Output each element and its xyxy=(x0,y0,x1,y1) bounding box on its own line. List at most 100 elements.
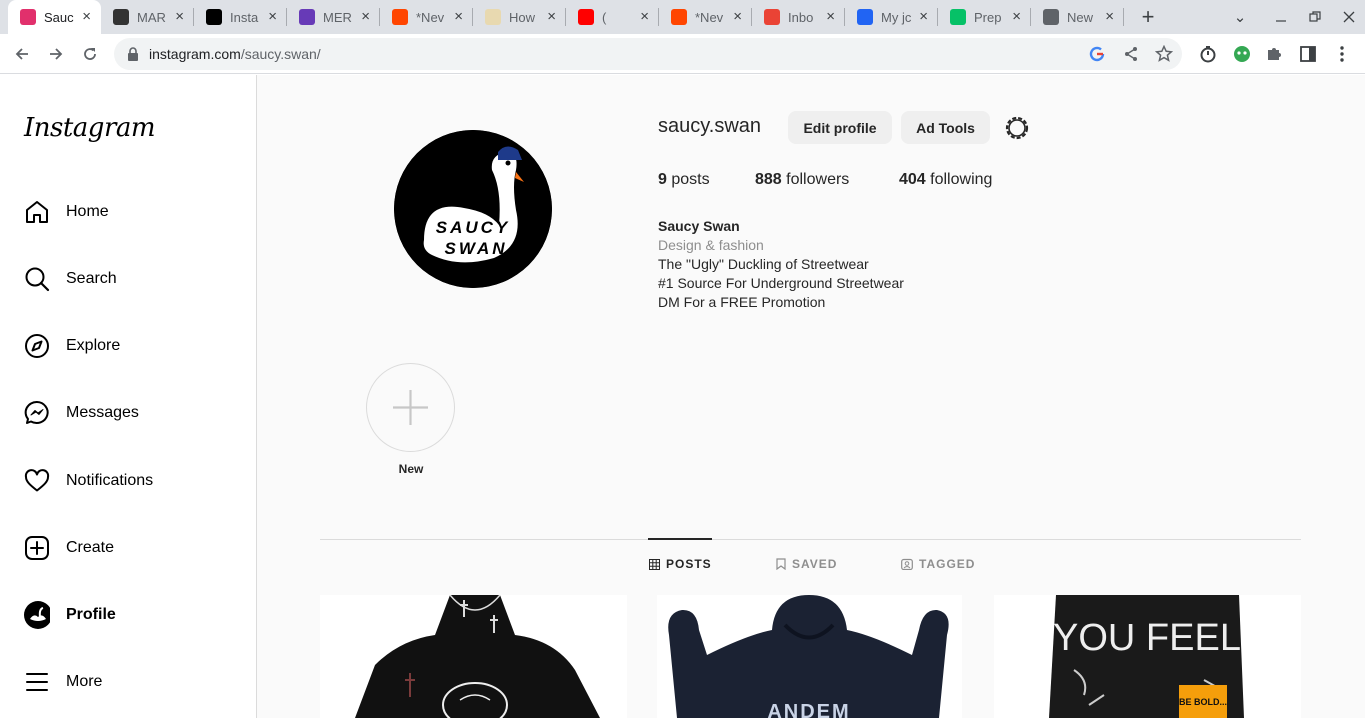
browser-tab[interactable]: Insta × xyxy=(194,0,287,34)
avatar-icon xyxy=(24,601,50,629)
sidebar-item-label: Create xyxy=(66,539,115,556)
browser-tab[interactable]: Prep × xyxy=(938,0,1031,34)
highlight-label: New xyxy=(398,462,424,476)
tab-separator xyxy=(1123,8,1124,26)
close-window-icon[interactable] xyxy=(1336,0,1362,34)
address-bar[interactable]: instagram.com/saucy.swan/ xyxy=(114,38,1182,70)
close-tab-icon[interactable]: × xyxy=(733,8,742,25)
close-tab-icon[interactable]: × xyxy=(640,8,649,25)
close-tab-icon[interactable]: × xyxy=(175,8,184,25)
tab-title: MER xyxy=(323,9,352,25)
tab-saved[interactable]: SAVED xyxy=(776,557,837,571)
bookmark-star-icon[interactable] xyxy=(1152,42,1176,66)
browser-toolbar: instagram.com/saucy.swan/ xyxy=(0,34,1365,74)
lock-icon xyxy=(127,47,139,61)
browser-tab[interactable]: New × xyxy=(1031,0,1124,34)
close-tab-icon[interactable]: × xyxy=(268,8,277,25)
post-thumbnail[interactable] xyxy=(320,595,627,718)
forward-button[interactable] xyxy=(44,42,68,66)
hands-icon xyxy=(485,9,501,25)
close-tab-icon[interactable]: × xyxy=(361,8,370,25)
tab-label: TAGGED xyxy=(919,557,976,571)
sidebar-item-profile[interactable]: Profile xyxy=(12,591,244,639)
extension-green-icon[interactable] xyxy=(1230,42,1254,66)
close-tab-icon[interactable]: × xyxy=(82,8,91,25)
sidebar-item-label: Messages xyxy=(66,404,139,421)
sidebar-item-messages[interactable]: Messages xyxy=(12,389,244,437)
tab-title: Sauc xyxy=(44,9,74,25)
browser-tab[interactable]: Sauc × xyxy=(8,0,101,34)
tagged-user-icon xyxy=(901,558,913,570)
close-tab-icon[interactable]: × xyxy=(919,8,928,25)
browser-tab[interactable]: How × xyxy=(473,0,566,34)
close-tab-icon[interactable]: × xyxy=(826,8,835,25)
tab-tagged[interactable]: TAGGED xyxy=(901,557,975,571)
profile-username: saucy.swan xyxy=(658,115,762,137)
minimize-icon[interactable] xyxy=(1268,0,1294,34)
sidebar-item-more[interactable]: More xyxy=(12,658,244,706)
google-lens-icon[interactable] xyxy=(1085,42,1109,66)
browser-tab[interactable]: MER × xyxy=(287,0,380,34)
new-tab-button[interactable]: + xyxy=(1128,0,1168,34)
compass-icon xyxy=(24,333,50,359)
sidebar-item-label: Profile xyxy=(66,606,116,623)
side-panel-icon[interactable] xyxy=(1296,42,1320,66)
post-thumbnail[interactable]: YOU FEEL BE BOLD... xyxy=(994,595,1301,718)
back-button[interactable] xyxy=(10,42,34,66)
reddit-icon xyxy=(392,9,408,25)
grid-icon xyxy=(649,558,660,570)
close-tab-icon[interactable]: × xyxy=(547,8,556,25)
posts-label: posts xyxy=(671,171,710,188)
browser-tab[interactable]: *Nev × xyxy=(659,0,752,34)
profile-full-name: Saucy Swan xyxy=(658,218,740,234)
tab-search-icon[interactable]: ⌄ xyxy=(1228,0,1252,34)
followers-count: 888 xyxy=(755,171,782,188)
ad-tools-button[interactable]: Ad Tools xyxy=(901,111,990,144)
avatar-text-2: SWAN xyxy=(445,239,508,258)
posts-count-stat: 9 posts xyxy=(658,171,710,189)
extensions-puzzle-icon[interactable] xyxy=(1262,42,1286,66)
tab-title: Insta xyxy=(230,9,259,25)
search-icon xyxy=(24,266,50,292)
profile-bio: Saucy Swan Design & fashion The "Ugly" D… xyxy=(658,217,904,312)
sidebar-item-create[interactable]: Create xyxy=(12,524,244,572)
tab-title: Prep xyxy=(974,9,1002,25)
browser-tab[interactable]: (× xyxy=(566,0,659,34)
followers-label: followers xyxy=(786,171,850,188)
close-tab-icon[interactable]: × xyxy=(454,8,463,25)
followers-stat[interactable]: 888 followers xyxy=(755,171,849,189)
sidebar-item-search[interactable]: Search xyxy=(12,255,244,303)
browser-tab[interactable]: My jc × xyxy=(845,0,938,34)
instagram-logo[interactable]: Instagram xyxy=(24,113,156,143)
profile-avatar[interactable]: SAUCY SWAN xyxy=(394,130,552,288)
sidebar-item-home[interactable]: Home xyxy=(12,188,244,236)
tab-title: *Nev xyxy=(695,9,724,25)
edit-profile-button[interactable]: Edit profile xyxy=(788,111,892,144)
share-icon[interactable] xyxy=(1119,42,1143,66)
sidebar-item-notifications[interactable]: Notifications xyxy=(12,457,244,505)
url-domain: instagram.com xyxy=(149,46,241,62)
tab-title: My jc xyxy=(881,9,911,25)
reload-button[interactable] xyxy=(78,42,102,66)
tab-posts[interactable]: POSTS xyxy=(649,557,712,571)
post-image-shorts: YOU FEEL BE BOLD... xyxy=(1049,595,1244,718)
sidebar-item-label: Notifications xyxy=(66,472,154,489)
following-stat[interactable]: 404 following xyxy=(899,171,992,189)
close-tab-icon[interactable]: × xyxy=(1105,8,1114,25)
post-thumbnail[interactable]: ANDEM xyxy=(657,595,962,718)
extension-timer-icon[interactable] xyxy=(1196,42,1220,66)
sidebar-item-explore[interactable]: Explore xyxy=(12,322,244,370)
browser-tab[interactable]: *Nev × xyxy=(380,0,473,34)
restore-icon[interactable] xyxy=(1302,0,1328,34)
menu-icon xyxy=(24,669,50,695)
bio-line: #1 Source For Underground Streetwear xyxy=(658,275,904,291)
url-text: instagram.com/saucy.swan/ xyxy=(149,46,321,62)
new-highlight-button[interactable]: New xyxy=(366,363,456,476)
profile-category: Design & fashion xyxy=(658,237,764,253)
browser-tab[interactable]: Inbo × xyxy=(752,0,845,34)
browser-menu-icon[interactable] xyxy=(1330,42,1354,66)
settings-gear-icon[interactable] xyxy=(1004,115,1030,141)
close-tab-icon[interactable]: × xyxy=(1012,8,1021,25)
plus-square-icon xyxy=(24,535,50,561)
browser-tab[interactable]: MAR × xyxy=(101,0,194,34)
